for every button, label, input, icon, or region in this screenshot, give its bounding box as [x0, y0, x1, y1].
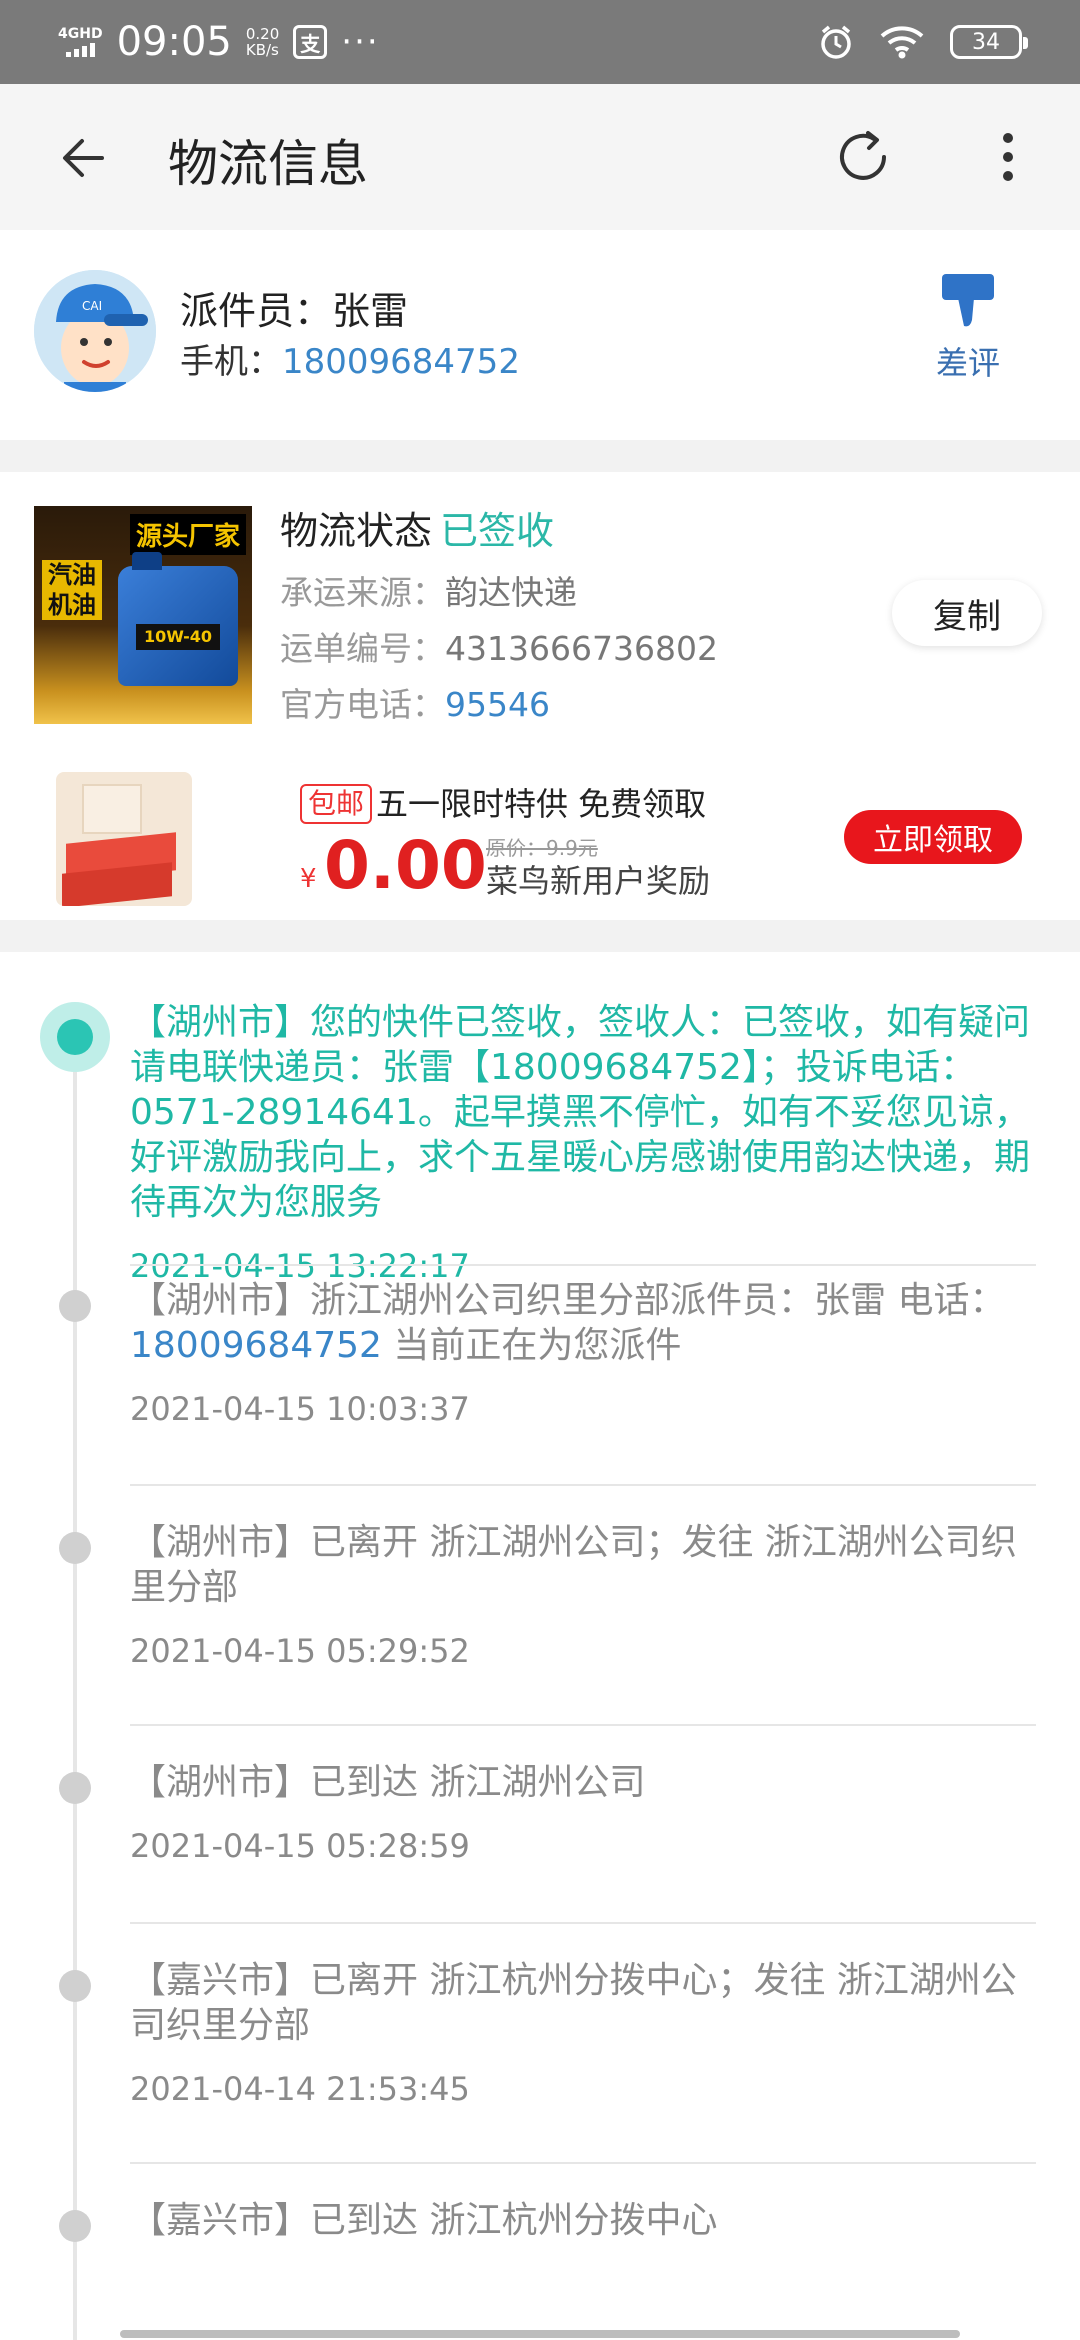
- timeline-text: 【湖州市】您的快件已签收，签收人：已签收，如有疑问请电联快递员：张雷【18009…: [130, 1002, 1031, 1223]
- page-title: 物流信息: [168, 135, 368, 193]
- status-bar: 4GHD 09:05 0.20 KB/s 支 ··· 34: [0, 0, 1080, 84]
- timeline-text-after: 当前正在为您派件: [381, 1325, 682, 1366]
- divider: [130, 1922, 1036, 1924]
- more-notifications-icon: ···: [341, 22, 380, 62]
- timeline-dot-current: [40, 1002, 110, 1072]
- courier-avatar-icon: CAI: [34, 270, 156, 392]
- courier-avatar: CAI: [34, 270, 156, 392]
- network-speed-value: 0.20: [245, 25, 280, 43]
- bad-review-label: 差评: [935, 344, 1000, 382]
- alarm-icon: [821, 25, 851, 59]
- claim-button[interactable]: 立即领取: [844, 810, 1022, 864]
- courier-phone-label: 手机：: [180, 342, 282, 382]
- copy-tracking-button[interactable]: 复制: [892, 580, 1042, 646]
- carrier-row: 承运来源：韵达快递: [280, 566, 577, 614]
- timeline-text: 【嘉兴市】已离开 浙江杭州分拨中心；发往 浙江湖州公司织里分部: [130, 1960, 1017, 2046]
- tracking-number: 4313666736802: [445, 629, 718, 668]
- promo-tissue-image[interactable]: [56, 772, 192, 906]
- home-indicator[interactable]: [120, 2330, 960, 2338]
- svg-text:CAI: CAI: [82, 299, 102, 313]
- thumbs-down-icon: [942, 274, 994, 327]
- refresh-icon[interactable]: [830, 124, 896, 190]
- timeline-text: 【嘉兴市】已到达 浙江杭州分拨中心: [130, 2200, 718, 2241]
- timeline-dot: [59, 1970, 91, 2002]
- timeline-text: 【湖州市】已到达 浙江湖州公司: [130, 1762, 646, 1803]
- clock: 09:05: [116, 19, 232, 65]
- product-grade: 10W-40: [136, 624, 220, 650]
- timeline-time: 2021-04-15 10:03:37: [130, 1390, 470, 1428]
- back-arrow-icon[interactable]: [56, 130, 112, 186]
- network-indicator: 4GHD: [58, 27, 103, 57]
- hotline-label: 官方电话：: [280, 685, 445, 724]
- bad-review-button[interactable]: 差评: [920, 270, 1016, 384]
- hotline-link[interactable]: 95546: [445, 685, 550, 724]
- product-banner: 源头厂家: [129, 514, 246, 555]
- product-thumbnail[interactable]: 源头厂家 汽油机油 10W-40: [34, 506, 252, 724]
- timeline-dot: [59, 1532, 91, 1564]
- network-type: 4GHD: [58, 26, 103, 42]
- carrier-value: 韵达快递: [445, 573, 577, 612]
- logistics-status-value: 已签收: [440, 509, 555, 553]
- timeline-item: 【嘉兴市】已到达 浙江杭州分拨中心: [130, 2198, 1030, 2243]
- promo-currency: ¥: [300, 864, 317, 894]
- network-speed: 0.20 KB/s: [246, 26, 279, 58]
- timeline-text: 【湖州市】浙江湖州公司织里分部派件员：张雷 电话：18009684752 当前正…: [130, 1278, 1030, 1368]
- logistics-status: 物流状态 已签收: [280, 500, 554, 555]
- courier-phone-link[interactable]: 18009684752: [282, 342, 520, 382]
- app-bar: 物流信息: [0, 84, 1080, 230]
- courier-card: CAI 派件员：张雷 手机：18009684752 差评: [0, 230, 1080, 440]
- timeline-item: 【湖州市】已到达 浙江湖州公司 2021-04-15 05:28:59: [130, 1760, 1030, 1865]
- battery-icon: 34: [950, 25, 1028, 59]
- logistics-status-label: 物流状态: [280, 509, 433, 553]
- timeline-dot: [59, 1772, 91, 1804]
- tracking-timeline: 【湖州市】您的快件已签收，签收人：已签收，如有疑问请电联快递员：张雷【18009…: [0, 952, 1080, 2340]
- tracking-row: 运单编号：4313666736802: [280, 622, 718, 670]
- divider: [130, 1484, 1036, 1486]
- courier-phone-row: 手机：18009684752: [180, 334, 520, 383]
- network-speed-unit: KB/s: [245, 41, 279, 59]
- timeline-dot: [59, 2210, 91, 2242]
- product-label: 汽油机油: [42, 560, 102, 620]
- promo-title: 五一限时特供 免费领取: [376, 785, 707, 823]
- promo-price: 0.00: [324, 827, 487, 904]
- timeline-item: 【湖州市】浙江湖州公司织里分部派件员：张雷 电话：18009684752 当前正…: [130, 1278, 1030, 1428]
- timeline-item: 【湖州市】您的快件已签收，签收人：已签收，如有疑问请电联快递员：张雷【18009…: [130, 1000, 1030, 1285]
- timeline-item: 【湖州市】已离开 浙江湖州公司；发往 浙江湖州公司织里分部 2021-04-15…: [130, 1520, 1030, 1670]
- signal-icon: [65, 41, 95, 57]
- timeline-phone-link[interactable]: 18009684752: [130, 1325, 382, 1366]
- more-vertical-icon[interactable]: [990, 124, 1026, 190]
- timeline-item: 【嘉兴市】已离开 浙江杭州分拨中心；发往 浙江湖州公司织里分部 2021-04-…: [130, 1958, 1030, 2108]
- wifi-icon: [880, 26, 924, 59]
- alipay-icon: 支: [293, 25, 328, 59]
- logistics-card: 源头厂家 汽油机油 10W-40 物流状态 已签收 承运来源：韵达快递 运单编号：…: [0, 472, 1080, 920]
- hotline-row: 官方电话：95546: [280, 678, 550, 726]
- free-shipping-tag: 包邮: [300, 784, 373, 824]
- timeline-dot: [59, 1290, 91, 1322]
- divider: [130, 2162, 1036, 2164]
- timeline-time: 2021-04-15 05:29:52: [130, 1632, 470, 1670]
- divider: [130, 1264, 1036, 1266]
- timeline-line: [73, 1032, 77, 2340]
- timeline-text-before: 【湖州市】浙江湖州公司织里分部派件员：张雷 电话：: [130, 1280, 1006, 1321]
- promo-subtitle: 菜鸟新用户奖励: [486, 862, 711, 900]
- tracking-label: 运单编号：: [280, 629, 445, 668]
- battery-level: 34: [972, 29, 1000, 55]
- carrier-label: 承运来源：: [280, 573, 445, 612]
- timeline-text: 【湖州市】已离开 浙江湖州公司；发往 浙江湖州公司织里分部: [130, 1522, 1017, 1608]
- courier-name: 派件员：张雷: [180, 289, 409, 333]
- oil-bottle-image: 10W-40: [118, 552, 238, 686]
- divider: [130, 1724, 1036, 1726]
- timeline-time: 2021-04-14 21:53:45: [130, 2070, 470, 2108]
- timeline-time: 2021-04-15 05:28:59: [130, 1827, 470, 1865]
